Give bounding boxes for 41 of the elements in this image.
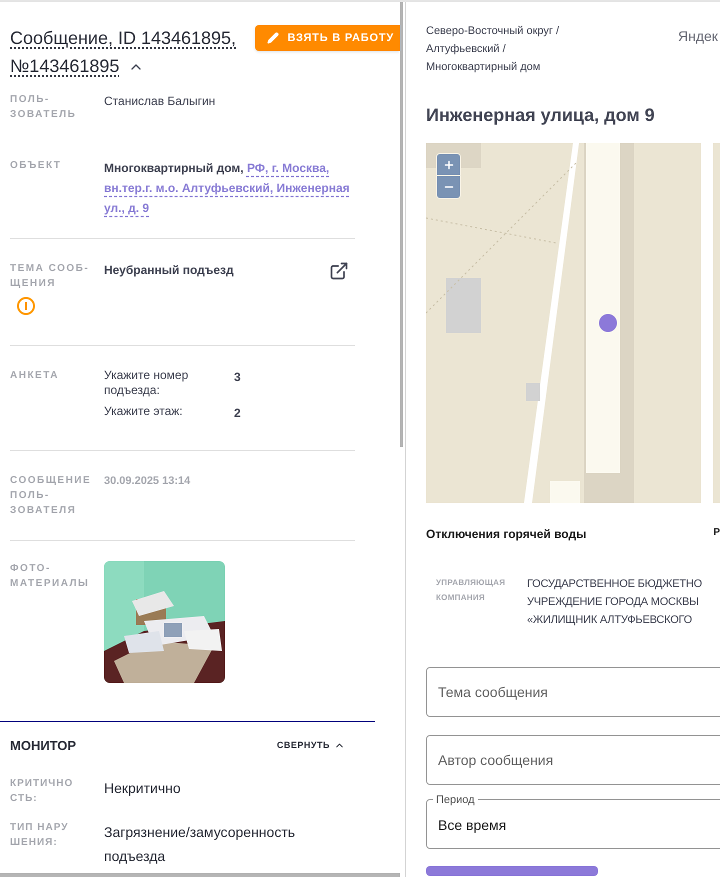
open-link-icon[interactable] [329, 261, 349, 281]
address-heading: Инженерная улица, дом 9 [426, 104, 656, 127]
filter-input[interactable]: Автор сообщения [426, 735, 720, 785]
object-address[interactable]: Многоквартирный дом, РФ, г. Москва, вн.тер.г. м.о. Алтуфьевский, Инженерная ул., д. 9 [104, 158, 355, 218]
field-label: ОБЪЕКТ [10, 159, 62, 173]
company-name-line: «ЖИЛИЩНИК АЛТУФЬЕВСКОГО [527, 613, 694, 628]
zoom-out-button[interactable] [437, 176, 460, 198]
breadcrumb-link[interactable]: Многоквартирный дом [426, 58, 678, 76]
outages-column: Р [713, 525, 720, 543]
company-name-line: ГОСУДАРСТВЕННОЕ БЮДЖЕТНО [527, 577, 702, 592]
survey-answer: 2 [234, 405, 241, 422]
field-label: ПОЛЬ-ЗОВАТЕЛЬ [10, 93, 78, 122]
scrollbar[interactable] [400, 2, 403, 447]
collapse-button[interactable]: СВЕРНУТЬ [276, 739, 345, 752]
message-date: 30.09.2025 13:14 [104, 474, 192, 489]
company-name-line: УЧРЕЖДЕНИЕ ГОРОДА МОСКВЫ [527, 595, 700, 610]
monitor-value: Некритично [104, 778, 182, 798]
field-label: УПРАВЛЯЮЩАЯ КОМПАНИЯ [436, 577, 506, 604]
period-label: Период [433, 792, 478, 808]
field-label: ФОТО-МАТЕРИАЛЫ [10, 562, 90, 591]
outages-title: Отключения горячей воды [426, 526, 586, 543]
breadcrumb-link[interactable]: Северо-Восточный округ / [426, 22, 678, 40]
zoom-in-button[interactable] [437, 154, 460, 176]
survey-question: Укажите этаж: [104, 404, 184, 420]
field-label: КРИТИЧНОСТЬ: [10, 776, 74, 806]
map-link[interactable]: Яндек [678, 26, 720, 76]
pencil-icon [267, 32, 280, 44]
field-label: СООБЩЕНИЕ ПОЛЬ-ЗОВАТЕЛЯ [10, 474, 92, 518]
user-name: Станислав Балыгин [104, 93, 216, 110]
survey-question: Укажите номер подъезда: [104, 368, 190, 398]
survey-answer: 3 [234, 369, 241, 386]
plus-icon [442, 158, 454, 170]
message-title[interactable]: Сообщение, ID 143461895, №143461895 [10, 24, 246, 80]
filter-input[interactable]: Тема сообщения [426, 667, 720, 717]
breadcrumb-link[interactable]: Алтуфьевский / [426, 40, 678, 58]
topic-value: Неубранный подъезд [104, 262, 234, 279]
monitor-title: МОНИТОР [10, 737, 76, 755]
monitor-value: Загрязнение/замусоренность подъезда [104, 822, 296, 866]
field-label: АНКЕТА [10, 369, 60, 383]
field-label: ТЕМА СООБ-ЩЕНИЯ [10, 262, 90, 291]
field-label: ТИП НАРУШЕНИЯ: [10, 820, 70, 850]
